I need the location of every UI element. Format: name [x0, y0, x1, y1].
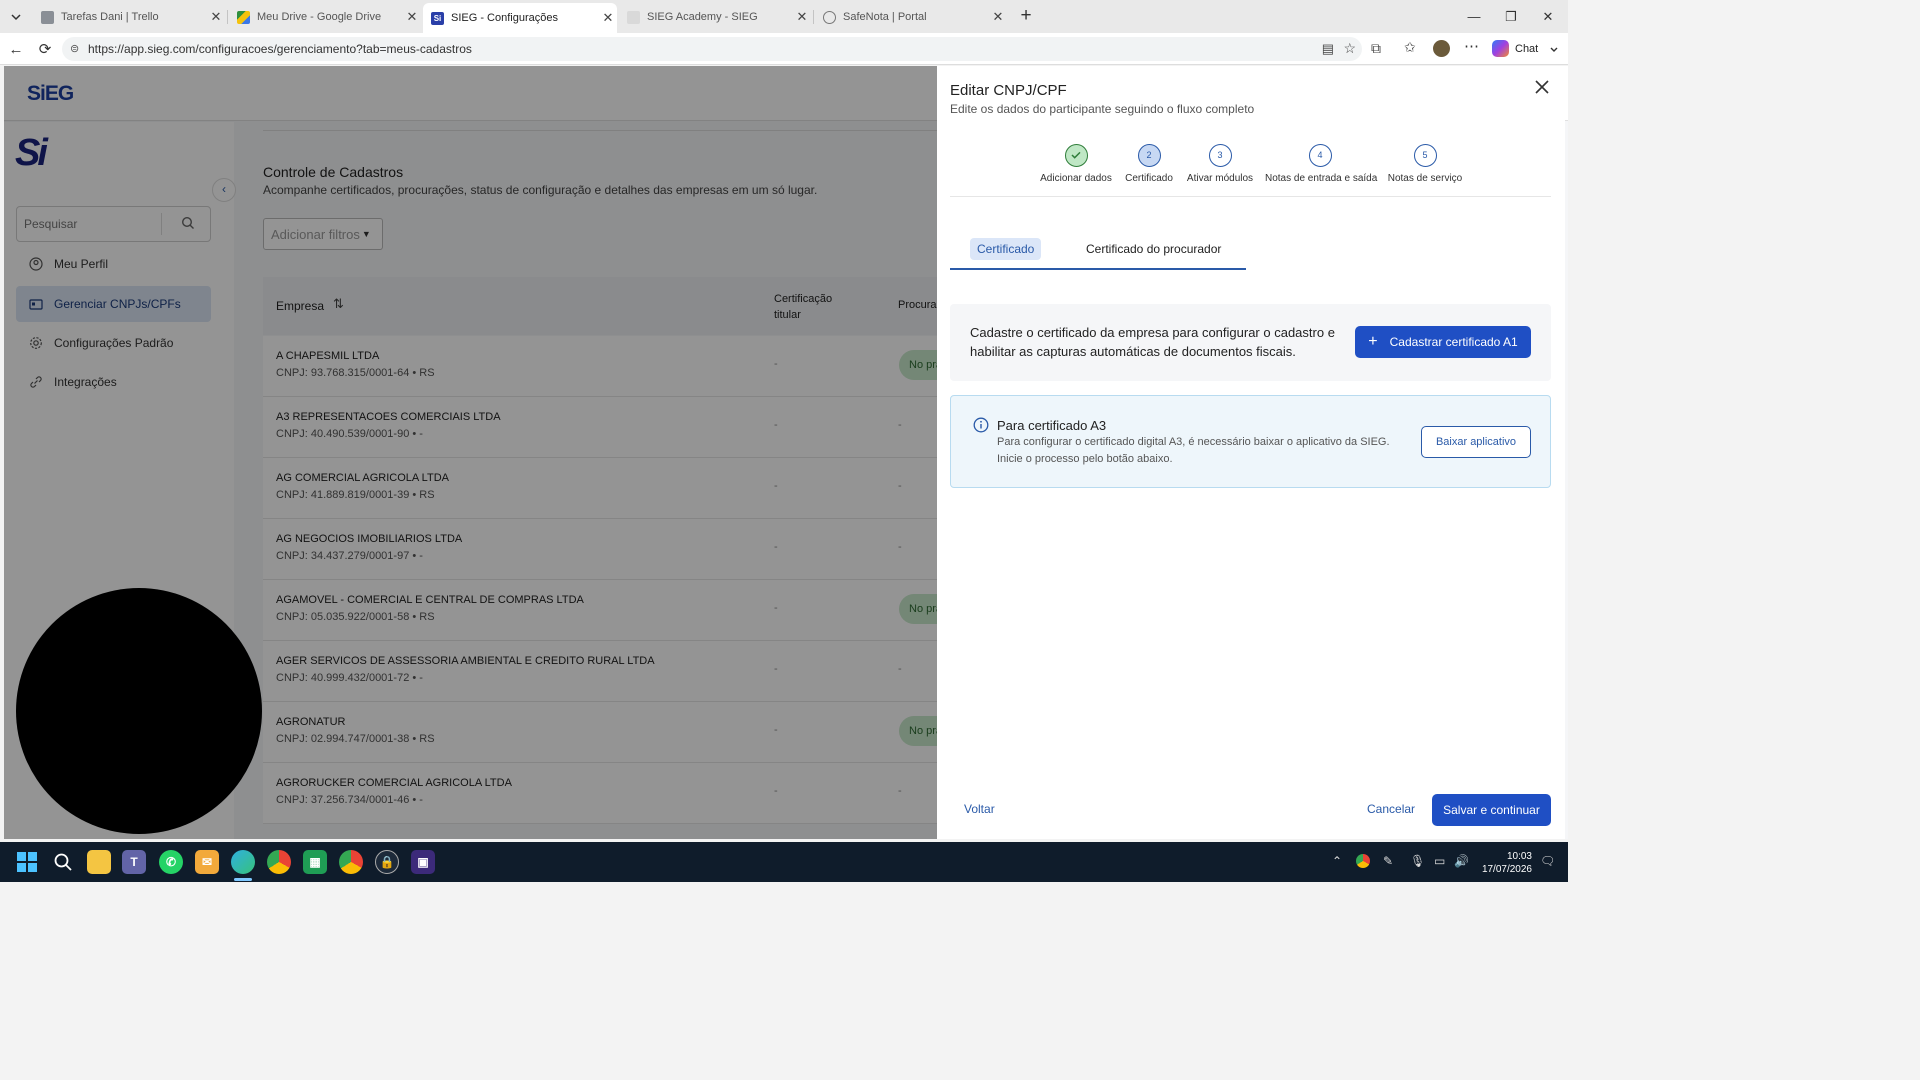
close-tab-icon[interactable]: ✕ — [989, 9, 1007, 25]
certificate-a1-text-2: habilitar as capturas automáticas de doc… — [970, 344, 1296, 359]
back-button[interactable]: Voltar — [964, 802, 995, 816]
sieg-icon: Si — [431, 11, 444, 25]
network-icon[interactable]: ▭ — [1434, 854, 1445, 868]
minimize-window-button[interactable]: — — [1459, 6, 1489, 28]
browser-tab-bar: Tarefas Dani | Trello ✕ Meu Drive - Goog… — [0, 0, 1568, 33]
close-icon[interactable] — [1534, 79, 1550, 100]
chrome-tray-icon[interactable] — [1356, 854, 1370, 868]
microphone-icon[interactable]: 🎙 — [1410, 854, 1425, 868]
tab-certificado-procurador[interactable]: Certificado do procurador — [1086, 238, 1221, 260]
clock[interactable]: 10:03 17/07/2026 — [1480, 850, 1532, 876]
lock-app-icon[interactable]: 🔒 — [375, 850, 399, 874]
check-icon — [1064, 144, 1088, 167]
a3-text-1: Para configurar o certificado digital A3… — [997, 436, 1390, 448]
redacted-region — [16, 588, 262, 834]
notifications-icon[interactable]: 🗨 — [1540, 854, 1555, 868]
download-app-button[interactable]: Baixar aplicativo — [1421, 426, 1531, 458]
panel-subtitle: Edite os dados do participante seguindo … — [950, 102, 1255, 116]
chrome-profile-icon[interactable] — [267, 850, 291, 874]
a3-text-2: Inicie o processo pelo botão abaixo. — [997, 453, 1173, 465]
reload-icon[interactable]: ⟳ — [35, 40, 55, 60]
reader-mode-icon[interactable]: ▤ — [1322, 41, 1334, 57]
close-tab-icon[interactable]: ✕ — [599, 10, 617, 26]
favorites-icon[interactable]: ✩ — [1404, 39, 1416, 56]
volume-icon[interactable]: 🔊 — [1454, 854, 1469, 868]
pen-icon[interactable]: ✎ — [1383, 854, 1393, 868]
spreadsheet-app-icon[interactable]: ▦ — [303, 850, 327, 874]
restore-window-button[interactable]: ❐ — [1496, 6, 1526, 28]
certificate-a1-card: Cadastre o certificado da empresa para c… — [950, 304, 1551, 381]
edge-browser-icon[interactable] — [231, 850, 255, 874]
profile-avatar[interactable] — [1433, 40, 1450, 57]
cancel-button[interactable]: Cancelar — [1367, 802, 1415, 816]
a3-title: Para certificado A3 — [997, 418, 1107, 433]
taskbar-search-icon[interactable] — [53, 852, 73, 877]
save-and-continue-button[interactable]: Salvar e continuar — [1432, 794, 1551, 826]
terminal-app-icon[interactable]: ▣ — [411, 850, 435, 874]
sieg-academy-icon — [627, 10, 640, 24]
plus-icon: + — [1368, 333, 1378, 350]
certificate-a3-info-box: Para certificado A3 Para configurar o ce… — [950, 395, 1551, 488]
show-hidden-icons-chevron[interactable]: ⌃ — [1332, 854, 1342, 868]
google-drive-icon — [237, 10, 250, 24]
teams-icon[interactable]: T — [122, 850, 146, 874]
step-notas-entrada-saida[interactable]: 4 Notas de entrada e saída — [1265, 144, 1377, 184]
register-certificate-a1-button[interactable]: + Cadastrar certificado A1 — [1355, 326, 1531, 358]
more-menu-icon[interactable]: ⋯ — [1464, 37, 1479, 55]
windows-start-icon[interactable] — [17, 852, 37, 872]
tab-underline — [950, 268, 1246, 270]
close-tab-icon[interactable]: ✕ — [793, 9, 811, 25]
browser-toolbar: ← ⟳ ⊜ https://app.sieg.com/configuracoes… — [0, 33, 1568, 65]
file-explorer-icon[interactable] — [87, 850, 111, 874]
tab-list-chevron-icon[interactable] — [8, 9, 24, 25]
browser-tab-sieg-academy[interactable]: SIEG Academy - SIEG ✕ — [619, 4, 811, 30]
site-info-icon[interactable]: ⊜ — [70, 42, 79, 55]
browser-tab-trello[interactable]: Tarefas Dani | Trello ✕ — [33, 4, 225, 30]
mail-app-icon[interactable]: ✉ — [195, 850, 219, 874]
copilot-chat-button[interactable]: Chat — [1492, 40, 1538, 57]
panel-title: Editar CNPJ/CPF — [950, 82, 1067, 99]
trello-icon — [41, 10, 54, 24]
extensions-icon[interactable]: ⧉ — [1371, 40, 1381, 57]
browser-tab-sieg-configuracoes[interactable]: Si SIEG - Configurações ✕ — [423, 3, 617, 33]
step-notas-servico[interactable]: 5 Notas de serviço — [1370, 144, 1480, 184]
step-ativar-modulos[interactable]: 3 Ativar módulos — [1165, 144, 1275, 184]
windows-taskbar: T ✆ ✉ ▦ 🔒 ▣ ⌃ ✎ 🎙 ▭ 🔊 10:03 17/07/2026 🗨 — [0, 842, 1568, 882]
globe-icon — [823, 10, 836, 24]
whatsapp-icon[interactable]: ✆ — [159, 850, 183, 874]
chrome-icon[interactable] — [339, 850, 363, 874]
tab-certificado[interactable]: Certificado — [970, 238, 1042, 260]
browser-tab-safenota[interactable]: SafeNota | Portal ✕ — [815, 4, 1007, 30]
close-tab-icon[interactable]: ✕ — [207, 9, 225, 25]
favorite-star-icon[interactable]: ☆ — [1343, 40, 1356, 57]
chevron-down-icon[interactable] — [1549, 42, 1559, 60]
new-tab-button[interactable]: + — [1016, 5, 1036, 27]
close-tab-icon[interactable]: ✕ — [403, 9, 421, 25]
copilot-icon — [1492, 40, 1509, 57]
edit-cnpj-panel: Editar CNPJ/CPF Edite os dados do partic… — [937, 66, 1565, 839]
browser-tab-drive[interactable]: Meu Drive - Google Drive ✕ — [229, 4, 421, 30]
info-icon — [973, 417, 989, 438]
back-arrow-icon[interactable]: ← — [6, 40, 26, 60]
certificate-a1-text-1: Cadastre o certificado da empresa para c… — [970, 325, 1335, 340]
address-bar[interactable]: ⊜ https://app.sieg.com/configuracoes/ger… — [62, 37, 1362, 61]
close-window-button[interactable]: ✕ — [1533, 6, 1563, 28]
